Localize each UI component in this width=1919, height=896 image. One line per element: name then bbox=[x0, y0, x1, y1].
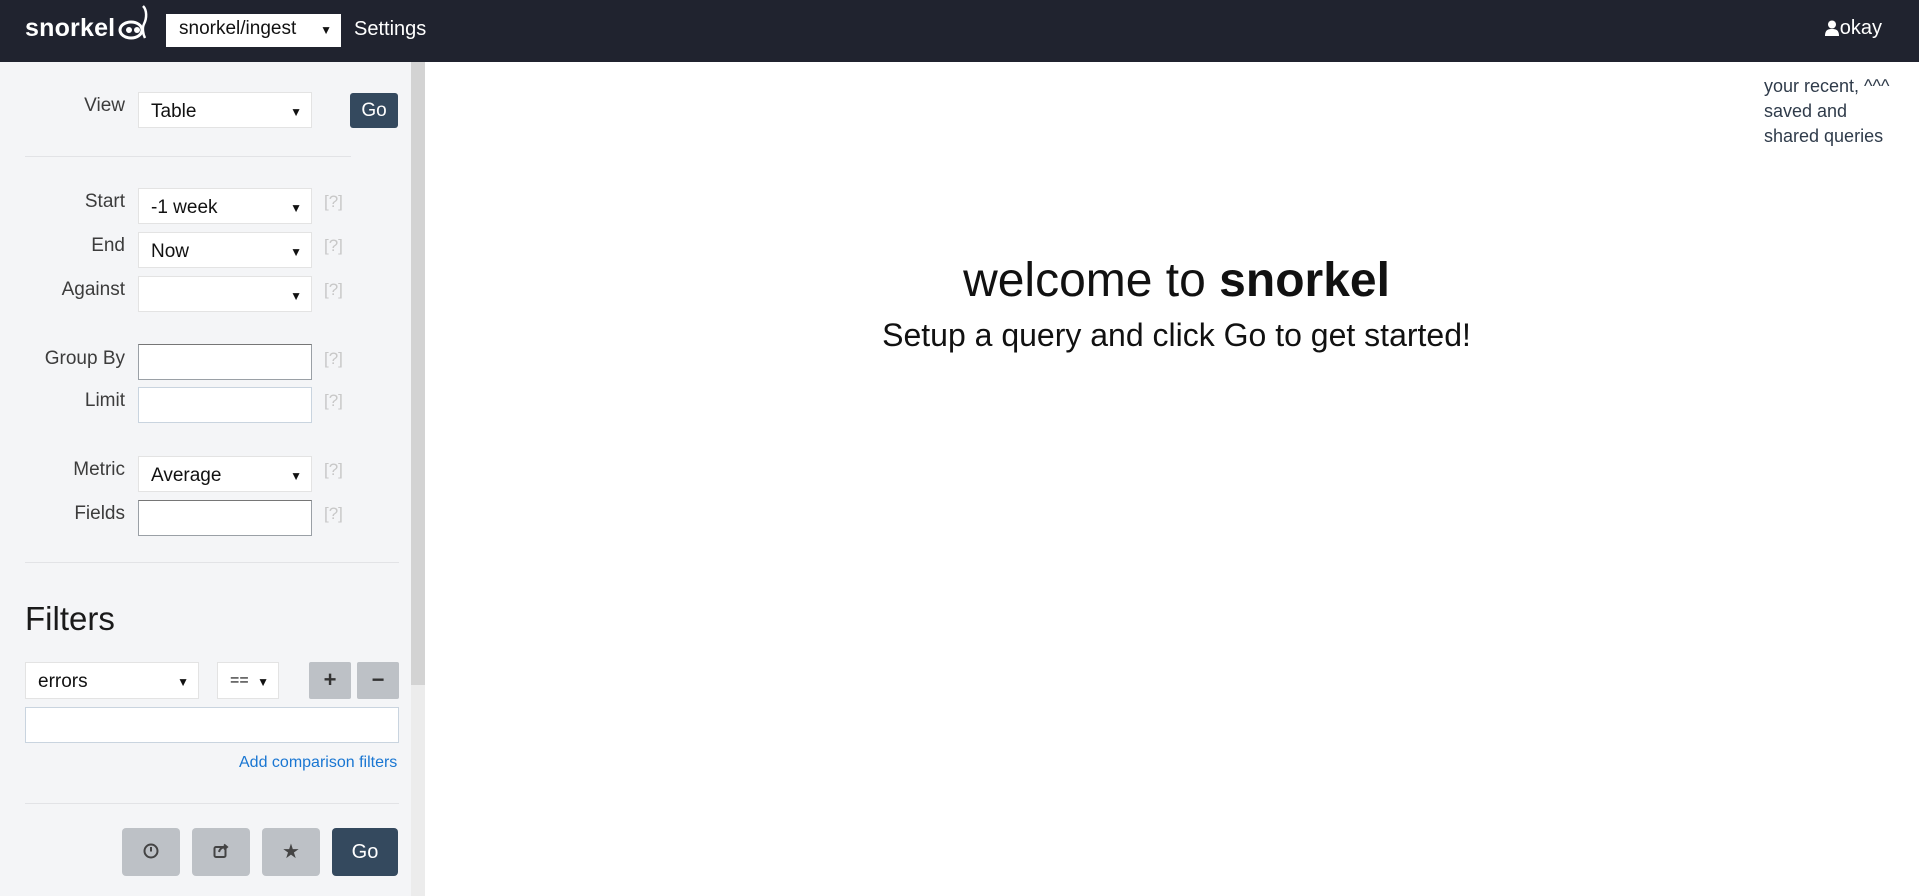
run-query-go-button[interactable]: Go bbox=[332, 828, 398, 876]
filter-value-input[interactable] bbox=[25, 707, 399, 743]
star-icon: ★ bbox=[282, 841, 300, 863]
view-label: View bbox=[84, 95, 125, 116]
user-name: okay bbox=[1839, 17, 1882, 39]
share-icon bbox=[213, 843, 229, 858]
metric-select-value: Average bbox=[151, 465, 222, 486]
chevron-down-icon: ▼ bbox=[257, 675, 269, 689]
fields-help-link[interactable]: [?] bbox=[324, 504, 343, 524]
group-by-help-link[interactable]: [?] bbox=[324, 349, 343, 369]
against-help-link[interactable]: [?] bbox=[324, 280, 343, 300]
settings-link[interactable]: Settings bbox=[354, 18, 426, 41]
start-select-value: -1 week bbox=[151, 197, 218, 218]
group-by-input[interactable] bbox=[138, 344, 312, 380]
limit-label: Limit bbox=[84, 390, 125, 411]
user-menu[interactable]: okay bbox=[1824, 17, 1882, 40]
welcome-subtitle: Setup a query and click Go to get starte… bbox=[882, 317, 1471, 353]
chevron-down-icon: ▼ bbox=[290, 289, 302, 303]
filter-field-select[interactable]: errors ▼ bbox=[25, 662, 199, 699]
end-label: End bbox=[91, 235, 125, 256]
view-go-button[interactable]: Go bbox=[350, 93, 398, 128]
sidebar-scrollbar[interactable] bbox=[411, 62, 425, 896]
clock-icon bbox=[143, 843, 159, 859]
welcome-heading: welcome to snorkel bbox=[430, 253, 1919, 308]
start-label: Start bbox=[84, 191, 125, 212]
recent-queries-note: your recent, ^^^ saved and shared querie… bbox=[1764, 76, 1890, 146]
fields-input[interactable] bbox=[138, 500, 312, 536]
limit-input[interactable] bbox=[138, 387, 312, 423]
view-select[interactable]: Table ▼ bbox=[138, 92, 312, 128]
top-navbar: snorkel snorkel/ingest ▼ Settings okay bbox=[0, 0, 1919, 62]
chevron-down-icon: ▼ bbox=[177, 675, 189, 689]
dataset-select-value: snorkel/ingest bbox=[179, 18, 297, 39]
save-query-button[interactable]: ★ bbox=[262, 828, 320, 876]
metric-select[interactable]: Average ▼ bbox=[138, 456, 312, 492]
filter-field-value: errors bbox=[38, 671, 88, 692]
limit-help-link[interactable]: [?] bbox=[324, 391, 343, 411]
chevron-down-icon: ▼ bbox=[290, 469, 302, 483]
chevron-down-icon: ▼ bbox=[290, 105, 302, 119]
start-help-link[interactable]: [?] bbox=[324, 192, 343, 212]
divider bbox=[25, 562, 399, 563]
metric-label: Metric bbox=[73, 459, 125, 480]
metric-help-link[interactable]: [?] bbox=[324, 460, 343, 480]
fields-label: Fields bbox=[74, 503, 125, 524]
snorkel-mask-icon bbox=[118, 5, 148, 40]
welcome-brand: snorkel bbox=[1219, 254, 1390, 307]
chevron-down-icon: ▼ bbox=[290, 245, 302, 259]
end-select[interactable]: Now ▼ bbox=[138, 232, 312, 268]
against-select[interactable]: ▼ bbox=[138, 276, 312, 312]
end-select-value: Now bbox=[151, 241, 190, 262]
add-comparison-filters-link[interactable]: Add comparison filters bbox=[239, 754, 397, 772]
brand-name[interactable]: snorkel bbox=[25, 14, 115, 43]
welcome-prefix: welcome to bbox=[963, 254, 1206, 307]
chevron-down-icon: ▼ bbox=[290, 201, 302, 215]
chevron-down-icon: ▼ bbox=[320, 23, 332, 37]
group-by-label: Group By bbox=[44, 348, 125, 369]
divider bbox=[25, 803, 399, 804]
history-button[interactable] bbox=[122, 828, 180, 876]
user-icon bbox=[1824, 20, 1839, 36]
start-select[interactable]: -1 week ▼ bbox=[138, 188, 312, 224]
end-help-link[interactable]: [?] bbox=[324, 236, 343, 256]
share-button[interactable] bbox=[192, 828, 250, 876]
filter-operator-select[interactable]: == ▼ bbox=[217, 662, 279, 699]
add-filter-button[interactable]: + bbox=[309, 662, 351, 699]
against-label: Against bbox=[61, 279, 125, 300]
filter-operator-value: == bbox=[230, 672, 249, 689]
remove-filter-button[interactable]: − bbox=[357, 662, 399, 699]
divider bbox=[25, 156, 351, 157]
view-select-value: Table bbox=[151, 101, 197, 122]
scrollbar-thumb[interactable] bbox=[411, 62, 425, 685]
filters-heading: Filters bbox=[25, 600, 115, 637]
dataset-select[interactable]: snorkel/ingest ▼ bbox=[166, 14, 341, 47]
